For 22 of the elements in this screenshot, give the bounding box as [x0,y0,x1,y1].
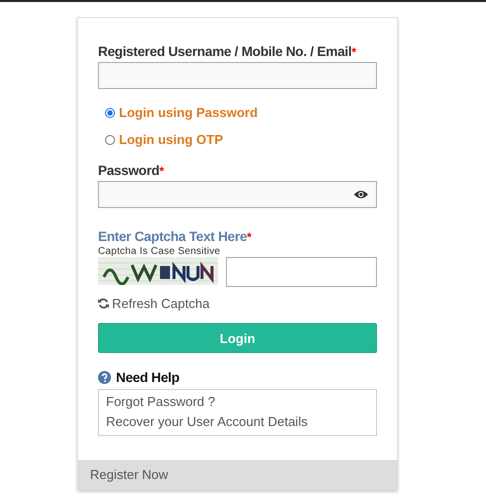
help-title: Need Help [116,370,180,385]
captcha-label: Enter Captcha Text Here* [98,229,252,245]
help-icon [98,371,111,384]
password-label: Password* [98,163,164,179]
required-mark: * [246,230,252,244]
refresh-icon [98,298,109,309]
login-mode-radio[interactable]: Login using OTP [105,132,377,147]
captcha-note: Captcha Is Case Sensitive [98,246,222,257]
help-link[interactable]: Forgot Password ? [106,394,216,409]
required-mark: * [352,45,356,59]
help-link[interactable]: Recover your User Account Details [106,414,308,429]
password-field[interactable] [98,181,377,208]
radio-label: Login using Password [119,105,258,120]
register-link[interactable]: Register Now [78,460,397,489]
refresh-captcha-link[interactable]: Refresh Captcha [98,296,210,311]
radio-label: Login using OTP [119,132,223,147]
required-mark: * [159,164,164,178]
captcha-field[interactable] [226,257,377,287]
eye-icon[interactable] [354,190,368,199]
username-field[interactable] [98,62,377,89]
username-label: Registered Username / Mobile No. / Email* [98,44,356,60]
login-mode-radio[interactable]: Login using Password [105,105,377,120]
